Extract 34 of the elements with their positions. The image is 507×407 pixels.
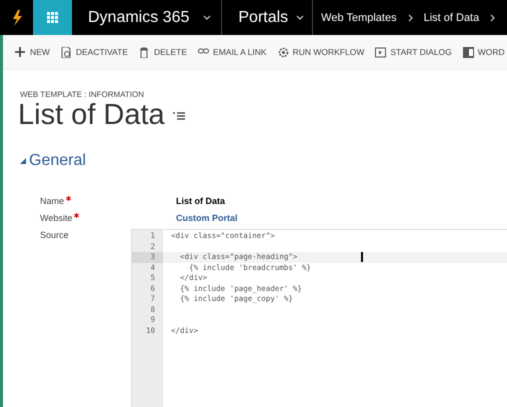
chevron-down-icon [203, 14, 212, 21]
entity-label: WEB TEMPLATE : INFORMATION [20, 90, 146, 99]
list-menu-icon [172, 112, 185, 120]
chevron-down-icon [296, 14, 304, 21]
area-name: Portals [238, 8, 288, 26]
word-icon [462, 46, 474, 58]
toolbar-button[interactable]: EMAIL A LINK [198, 46, 267, 58]
field-value: List of Data [176, 196, 226, 206]
chevron-right-icon [489, 14, 496, 22]
field-link[interactable]: Custom Portal [176, 212, 238, 222]
plus-icon [15, 46, 26, 58]
toolbar-button[interactable]: NEW [15, 46, 50, 58]
field-label: Website [40, 212, 72, 222]
toolbar-button[interactable]: DEACTIVATE [60, 46, 128, 58]
field-label: Name [40, 196, 64, 206]
document-icon [60, 46, 72, 58]
breadcrumb-link[interactable]: List of Data [424, 12, 480, 24]
toolbar-button[interactable]: START DIALOG [375, 46, 452, 58]
toolbar-button[interactable]: WORD [462, 46, 505, 58]
waffle-icon [47, 12, 58, 23]
app-launcher-button[interactable] [33, 0, 72, 35]
product-name: Dynamics 365 [88, 8, 190, 26]
chevron-right-icon [406, 14, 414, 22]
gear-icon [278, 46, 289, 58]
collapse-triangle-icon[interactable] [20, 158, 26, 164]
field-label: Source [39, 229, 70, 242]
text-cursor [361, 252, 362, 262]
record-title: List of Data [18, 99, 165, 132]
toolbar-button[interactable]: RUN WORKFLOW [278, 46, 364, 58]
section-title: General [29, 152, 86, 170]
breadcrumb-link[interactable]: Web Templates [321, 12, 397, 24]
trash-icon [138, 46, 150, 58]
play-icon [375, 46, 386, 58]
toolbar-button[interactable]: DELETE [138, 46, 188, 58]
